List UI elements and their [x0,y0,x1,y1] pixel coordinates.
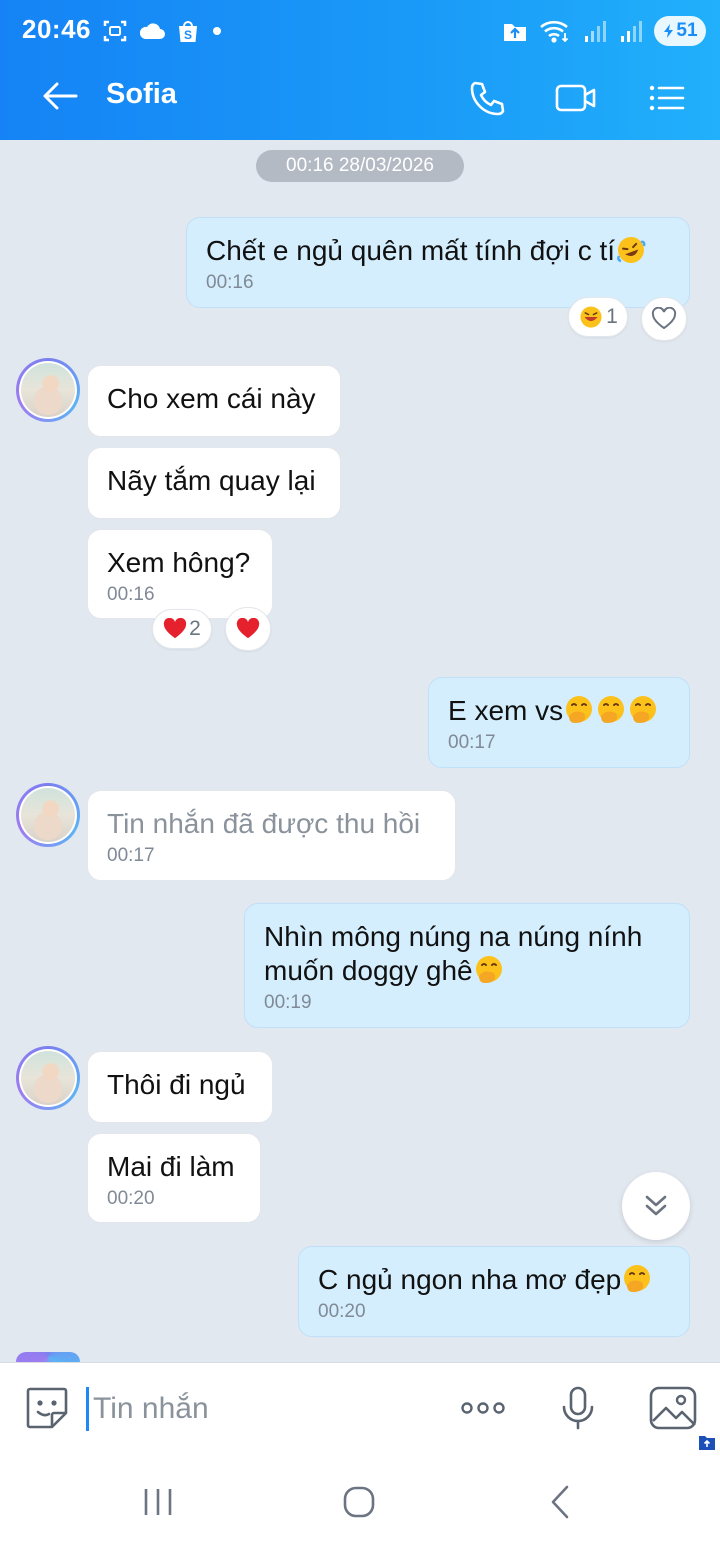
red-heart-icon [236,618,260,639]
reaction-badge[interactable]: 2 [152,609,212,649]
reaction-count: 1 [606,305,618,328]
cloud-icon [139,23,165,39]
hand-over-mouth-emoji-icon [630,696,657,723]
message-input[interactable]: Tin nhắn [86,1387,426,1431]
status-left-icons: S [102,18,224,44]
message-text: E xem vs [448,695,564,726]
hand-over-mouth-emoji-icon [598,696,625,723]
message-time: 00:17 [107,845,155,866]
message-text: Mai đi làm [107,1151,235,1182]
sticker-icon[interactable] [24,1385,70,1431]
double-chevron-down-icon [645,1195,667,1216]
more-options-icon[interactable] [458,1385,508,1431]
status-bar: 20:46 S 51 [0,0,720,64]
contact-name[interactable]: Sofia [106,78,177,111]
image-gallery-icon[interactable] [648,1385,698,1431]
status-right-icons: 51 [502,16,706,46]
recent-apps-icon[interactable] [138,1482,178,1522]
scroll-to-bottom-button[interactable] [622,1172,690,1240]
incoming-message[interactable]: Thôi đi ngủ [87,1051,273,1123]
wifi-icon [540,20,569,43]
recalled-message[interactable]: Tin nhắn đã được thu hồi 00:17 [87,790,456,881]
chat-nav-bar: Sofia [0,64,720,140]
video-call-icon[interactable] [554,78,598,118]
back-nav-icon[interactable] [541,1482,581,1522]
battery-indicator: 51 [654,16,706,46]
message-time: 00:17 [448,732,496,753]
options-menu-icon[interactable] [644,78,688,118]
add-reaction-button[interactable] [225,607,271,651]
message-time: 00:20 [318,1301,366,1322]
message-time: 00:19 [264,992,312,1013]
outgoing-message[interactable]: Nhìn mông núng na núng nính muốn doggy g… [244,903,690,1028]
red-heart-icon [164,618,187,639]
message-text: Xem hông? [107,547,251,578]
message-time: 00:16 [206,272,254,293]
dot-icon [213,27,221,35]
svg-text:S: S [184,28,192,42]
contact-avatar[interactable] [16,358,80,422]
hand-over-mouth-emoji-icon [566,696,593,723]
battery-level: 51 [676,20,698,41]
contact-avatar[interactable] [16,1352,80,1362]
home-icon[interactable] [339,1482,379,1522]
incoming-message[interactable]: Xem hông? 00:16 [87,529,273,619]
message-time: 00:16 [107,584,155,605]
laughing-emoji-icon [580,306,602,328]
message-text: Nãy tắm quay lại [107,465,316,496]
message-text: Thôi đi ngủ [107,1069,246,1100]
incoming-message[interactable]: Cho xem cái này [87,365,341,437]
contact-avatar[interactable] [16,1046,80,1110]
microphone-icon[interactable] [553,1385,603,1431]
status-time: 20:46 [22,14,91,44]
system-navigation-bar [0,1458,720,1544]
heart-outline-icon [651,307,677,330]
message-text: Chết e ngủ quên mất tính đợi c tí [206,235,616,266]
signal-icon [585,21,606,42]
message-composer: Tin nhắn [0,1362,720,1458]
signal-icon [621,21,642,42]
incoming-message[interactable]: Nãy tắm quay lại [87,447,341,519]
charging-icon [664,24,674,38]
message-time: 00:20 [107,1188,155,1209]
add-reaction-button[interactable] [641,297,687,341]
date-divider: 00:16 28/03/2026 [256,150,464,182]
message-text: Nhìn mông núng na núng nính muốn doggy g… [264,921,643,986]
back-arrow-icon[interactable] [40,78,80,114]
phone-call-icon[interactable] [466,78,510,118]
message-text: Tin nhắn đã được thu hồi [107,808,421,839]
outgoing-message[interactable]: E xem vs 00:17 [428,677,690,768]
reaction-badge[interactable]: 1 [568,297,628,337]
rofl-emoji-icon [617,237,646,263]
shopee-icon: S [179,21,197,42]
incoming-message[interactable]: Mai đi làm 00:20 [87,1133,261,1223]
hand-over-mouth-emoji-icon [624,1265,651,1292]
outgoing-message[interactable]: Chết e ngủ quên mất tính đợi c tí 00:16 [186,217,690,308]
message-text: C ngủ ngon nha mơ đẹp [318,1264,622,1295]
message-text: Cho xem cái này [107,383,316,414]
screenshot-icon [103,20,127,42]
upload-icon [504,24,526,41]
upload-badge-icon [699,1436,715,1450]
hand-over-mouth-emoji-icon [475,956,502,983]
reaction-count: 2 [189,617,201,640]
app-header: 20:46 S 51 Sofia [0,0,720,140]
contact-avatar[interactable] [16,783,80,847]
outgoing-message[interactable]: C ngủ ngon nha mơ đẹp 00:20 [298,1246,690,1337]
